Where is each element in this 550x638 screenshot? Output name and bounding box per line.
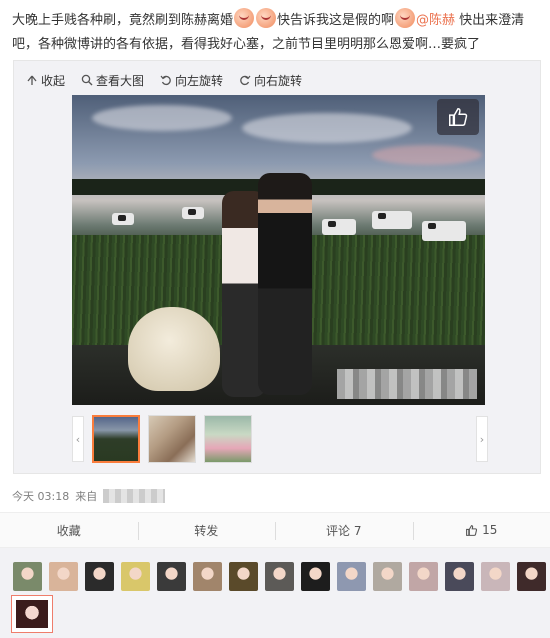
liker-avatar[interactable] [157,562,186,591]
chevron-left-icon: ‹ [75,432,81,446]
post-source-label: 来自 [75,490,98,503]
emoji-icon [256,8,277,28]
liker-avatar[interactable] [265,562,294,591]
view-large-button[interactable]: 查看大图 [81,71,144,89]
liker-avatar[interactable] [517,562,546,591]
liker-avatar[interactable] [445,562,474,591]
rotate-left-label: 向左旋转 [175,73,224,88]
collapse-button[interactable]: 收起 [26,71,65,89]
thumbnail-1[interactable] [92,415,140,463]
comment-label: 评论 7 [326,523,362,538]
source-blur [103,489,166,503]
emoji-icon [234,8,255,28]
favorite-label: 收藏 [56,523,81,538]
liker-avatar[interactable] [481,562,510,591]
post-meta: 今天 03:18 来自 [12,488,166,504]
main-photo[interactable] [72,95,485,405]
man-figure [258,173,312,395]
liker-avatar[interactable] [193,562,222,591]
thumbnail-3[interactable] [204,415,252,463]
liker-avatar[interactable] [229,562,258,591]
action-bar: 收藏 转发 评论 7 15 [0,512,550,548]
media-toolbar: 收起 查看大图 向左旋转 向右旋转 [26,71,302,89]
thumbnail-2[interactable] [148,415,196,463]
liker-avatar[interactable] [373,562,402,591]
cow [182,207,204,219]
comment-button[interactable]: 评论 7 [275,513,413,547]
magnifier-icon [81,74,93,86]
liker-avatar-selected[interactable] [11,595,53,633]
post-text: 大晚上手贱各种刷，竟然刷到陈赫离婚 快告诉我这是假的啊 @陈赫 快出来澄清吧，各种微… [12,8,542,57]
watermark-blur [337,369,477,399]
cow [112,213,134,225]
liker-avatar[interactable] [13,562,42,591]
avatar [16,600,48,628]
liker-avatar[interactable] [121,562,150,591]
liker-avatar-row [13,562,546,591]
rotate-right-label: 向右旋转 [254,73,303,88]
rotate-right-icon [240,75,251,86]
thumbs-up-icon [449,108,468,126]
liker-avatar[interactable] [85,562,114,591]
collapse-icon [27,75,37,85]
likers-panel [0,548,550,638]
thumb-prev-button[interactable]: ‹ [72,416,84,462]
rotate-left-icon [160,75,171,86]
post-text-part2: 快告诉我这是假的啊 [277,13,395,28]
chevron-right-icon: › [479,432,485,446]
view-large-label: 查看大图 [96,73,145,88]
liker-avatar[interactable] [49,562,78,591]
mention-link[interactable]: @陈赫 [416,13,455,28]
like-count: 15 [482,523,498,537]
cow [322,219,356,235]
favorite-button[interactable]: 收藏 [0,513,138,547]
post-text-part1: 大晚上手贱各种刷，竟然刷到陈赫离婚 [12,13,234,28]
collapse-label: 收起 [41,73,66,88]
cloud [92,105,232,131]
cloud [372,145,482,165]
repost-label: 转发 [194,523,219,538]
post-time[interactable]: 今天 03:18 [12,488,69,504]
repost-button[interactable]: 转发 [137,513,276,547]
thumbnail-strip: ‹ [72,415,252,463]
cow [422,221,466,241]
dog [128,307,220,391]
thumbs-up-icon [466,524,478,536]
cloud [242,113,412,143]
like-button[interactable]: 15 [412,513,550,547]
rotate-right-button[interactable]: 向右旋转 [239,71,302,89]
emoji-icon [395,8,416,28]
photo-like-button[interactable] [437,99,479,135]
rotate-left-button[interactable]: 向左旋转 [160,71,223,89]
media-viewer: 收起 查看大图 向左旋转 向右旋转 ‹ › [13,60,541,474]
liker-avatar[interactable] [337,562,366,591]
liker-avatar[interactable] [301,562,330,591]
thumb-next-button[interactable]: › [476,416,488,462]
cow [372,211,412,229]
liker-avatar[interactable] [409,562,438,591]
